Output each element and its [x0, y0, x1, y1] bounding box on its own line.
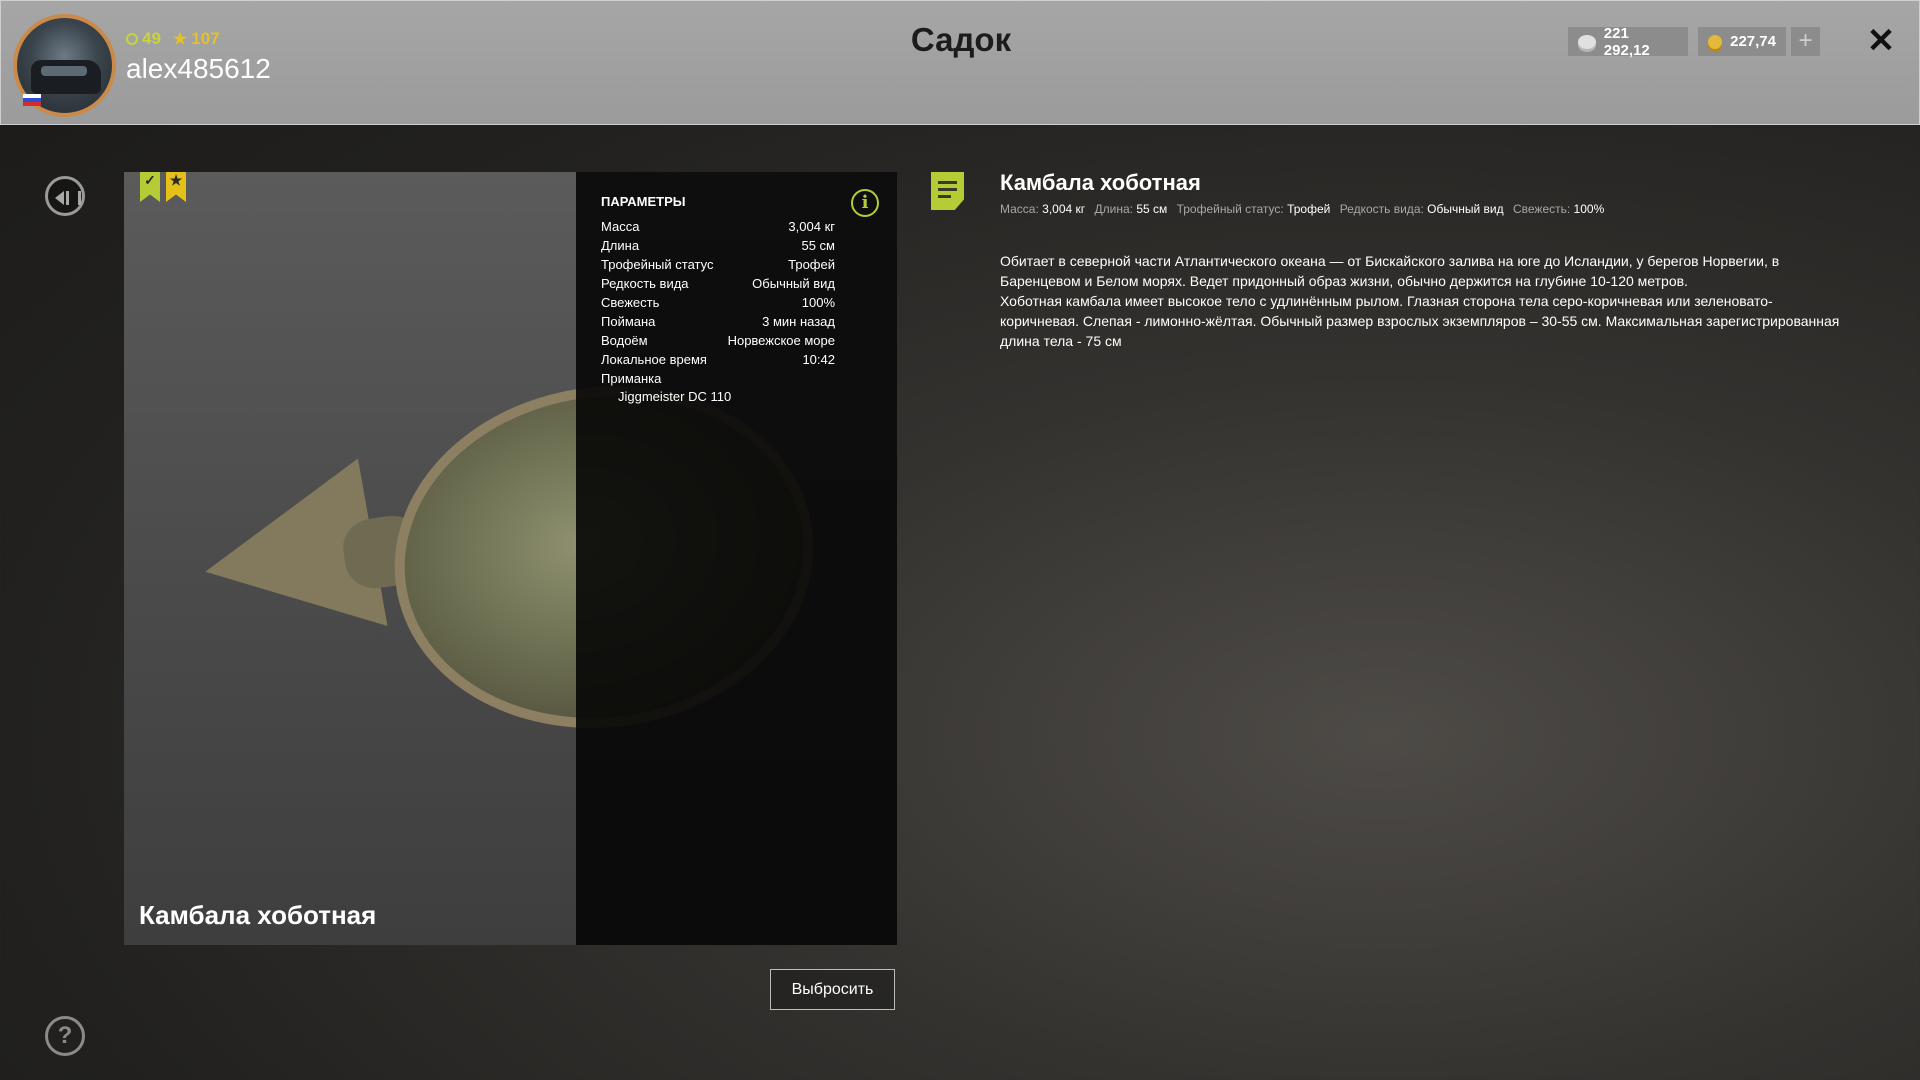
fish-name-caption: Камбала хоботная: [139, 900, 377, 930]
silver-amount: 221 292,12: [1603, 24, 1650, 59]
check-icon: ✓: [144, 172, 156, 188]
param-value: Обычный вид: [752, 276, 835, 291]
param-value: Трофей: [788, 257, 835, 272]
avatar-car-image: [31, 60, 101, 94]
bait-value: Jiggmeister DC 110: [618, 389, 732, 404]
param-label: Редкость вида: [601, 276, 689, 291]
params-panel: ПАРАМЕТРЫ Масса 3,004 кг Длина 55 см Тро…: [576, 172, 897, 945]
description-paragraph: Хоботная камбала имеет высокое тело с уд…: [1000, 293, 1840, 349]
param-value: 100%: [801, 295, 835, 310]
russia-flag-icon: [23, 94, 41, 106]
meta-label: Редкость вида:: [1339, 202, 1424, 216]
favorite-star-badge: ★: [166, 172, 186, 202]
close-button[interactable]: ✕: [1863, 21, 1899, 61]
meta-value: 3,004 кг: [1042, 202, 1086, 216]
param-label: Длина: [601, 238, 640, 253]
param-row-waterbody: Водоём Норвежское море: [601, 331, 835, 350]
param-row-trophy: Трофейный статус Трофей: [601, 255, 835, 274]
param-value: 3 мин назад: [762, 314, 835, 329]
param-row-freshness: Свежесть 100%: [601, 293, 835, 312]
param-label: Масса: [601, 219, 640, 234]
param-value: 3,004 кг: [788, 219, 835, 234]
param-value: Норвежское море: [727, 333, 835, 348]
param-row-mass: Масса 3,004 кг: [601, 217, 835, 236]
meta-value: Трофей: [1287, 202, 1331, 216]
gold-coin-icon: [1708, 34, 1723, 49]
param-label: Водоём: [601, 333, 648, 348]
params-title: ПАРАМЕТРЫ: [601, 194, 686, 209]
description-title: Камбала хоботная: [1000, 170, 1201, 195]
param-row-length: Длина 55 см: [601, 236, 835, 255]
top-bar: 49 ★ 107 alex485612 Садок 221 292,12 227…: [0, 0, 1920, 125]
description-paragraph: Обитает в северной части Атлантического …: [1000, 253, 1780, 289]
info-icon[interactable]: i: [851, 189, 879, 217]
meta-value: 100%: [1573, 202, 1605, 216]
meta-label: Масса:: [1000, 202, 1039, 216]
trophy-check-badge: ✓: [140, 172, 160, 202]
gold-balance: 227,74: [1698, 27, 1786, 56]
param-label: Трофейный статус: [601, 257, 714, 272]
help-button[interactable]: ?: [45, 1016, 85, 1056]
star-badge-icon: ★: [169, 172, 183, 188]
discard-button[interactable]: Выбросить: [770, 969, 895, 1010]
description-text: Обитает в северной части Атлантического …: [1000, 251, 1840, 351]
meta-value: Обычный вид: [1427, 202, 1504, 216]
param-value: 10:42: [802, 352, 835, 367]
param-row-caught: Поймана 3 мин назад: [601, 312, 835, 331]
param-row-bait: Приманка: [601, 369, 835, 388]
add-currency-button[interactable]: +: [1791, 27, 1820, 56]
param-label: Локальное время: [601, 352, 707, 367]
meta-label: Трофейный статус:: [1176, 202, 1284, 216]
description-meta: Масса: 3,004 кг Длина: 55 см Трофейный с…: [1000, 202, 1610, 216]
gold-amount: 227,74: [1730, 33, 1776, 50]
param-label: Поймана: [601, 314, 656, 329]
meta-label: Свежесть:: [1512, 202, 1571, 216]
back-button[interactable]: [45, 176, 85, 216]
silver-balance: 221 292,12: [1568, 24, 1688, 59]
document-icon: [931, 172, 964, 210]
meta-label: Длина:: [1094, 202, 1133, 216]
meta-value: 55 см: [1136, 202, 1168, 216]
bait-value-row: Jiggmeister DC 110: [601, 388, 835, 405]
silver-coin-icon: [1578, 34, 1596, 49]
param-value: 55 см: [801, 238, 835, 253]
param-row-rarity: Редкость вида Обычный вид: [601, 274, 835, 293]
param-row-local-time: Локальное время 10:42: [601, 350, 835, 369]
bait-label: Приманка: [601, 371, 662, 386]
param-label: Свежесть: [601, 295, 660, 310]
